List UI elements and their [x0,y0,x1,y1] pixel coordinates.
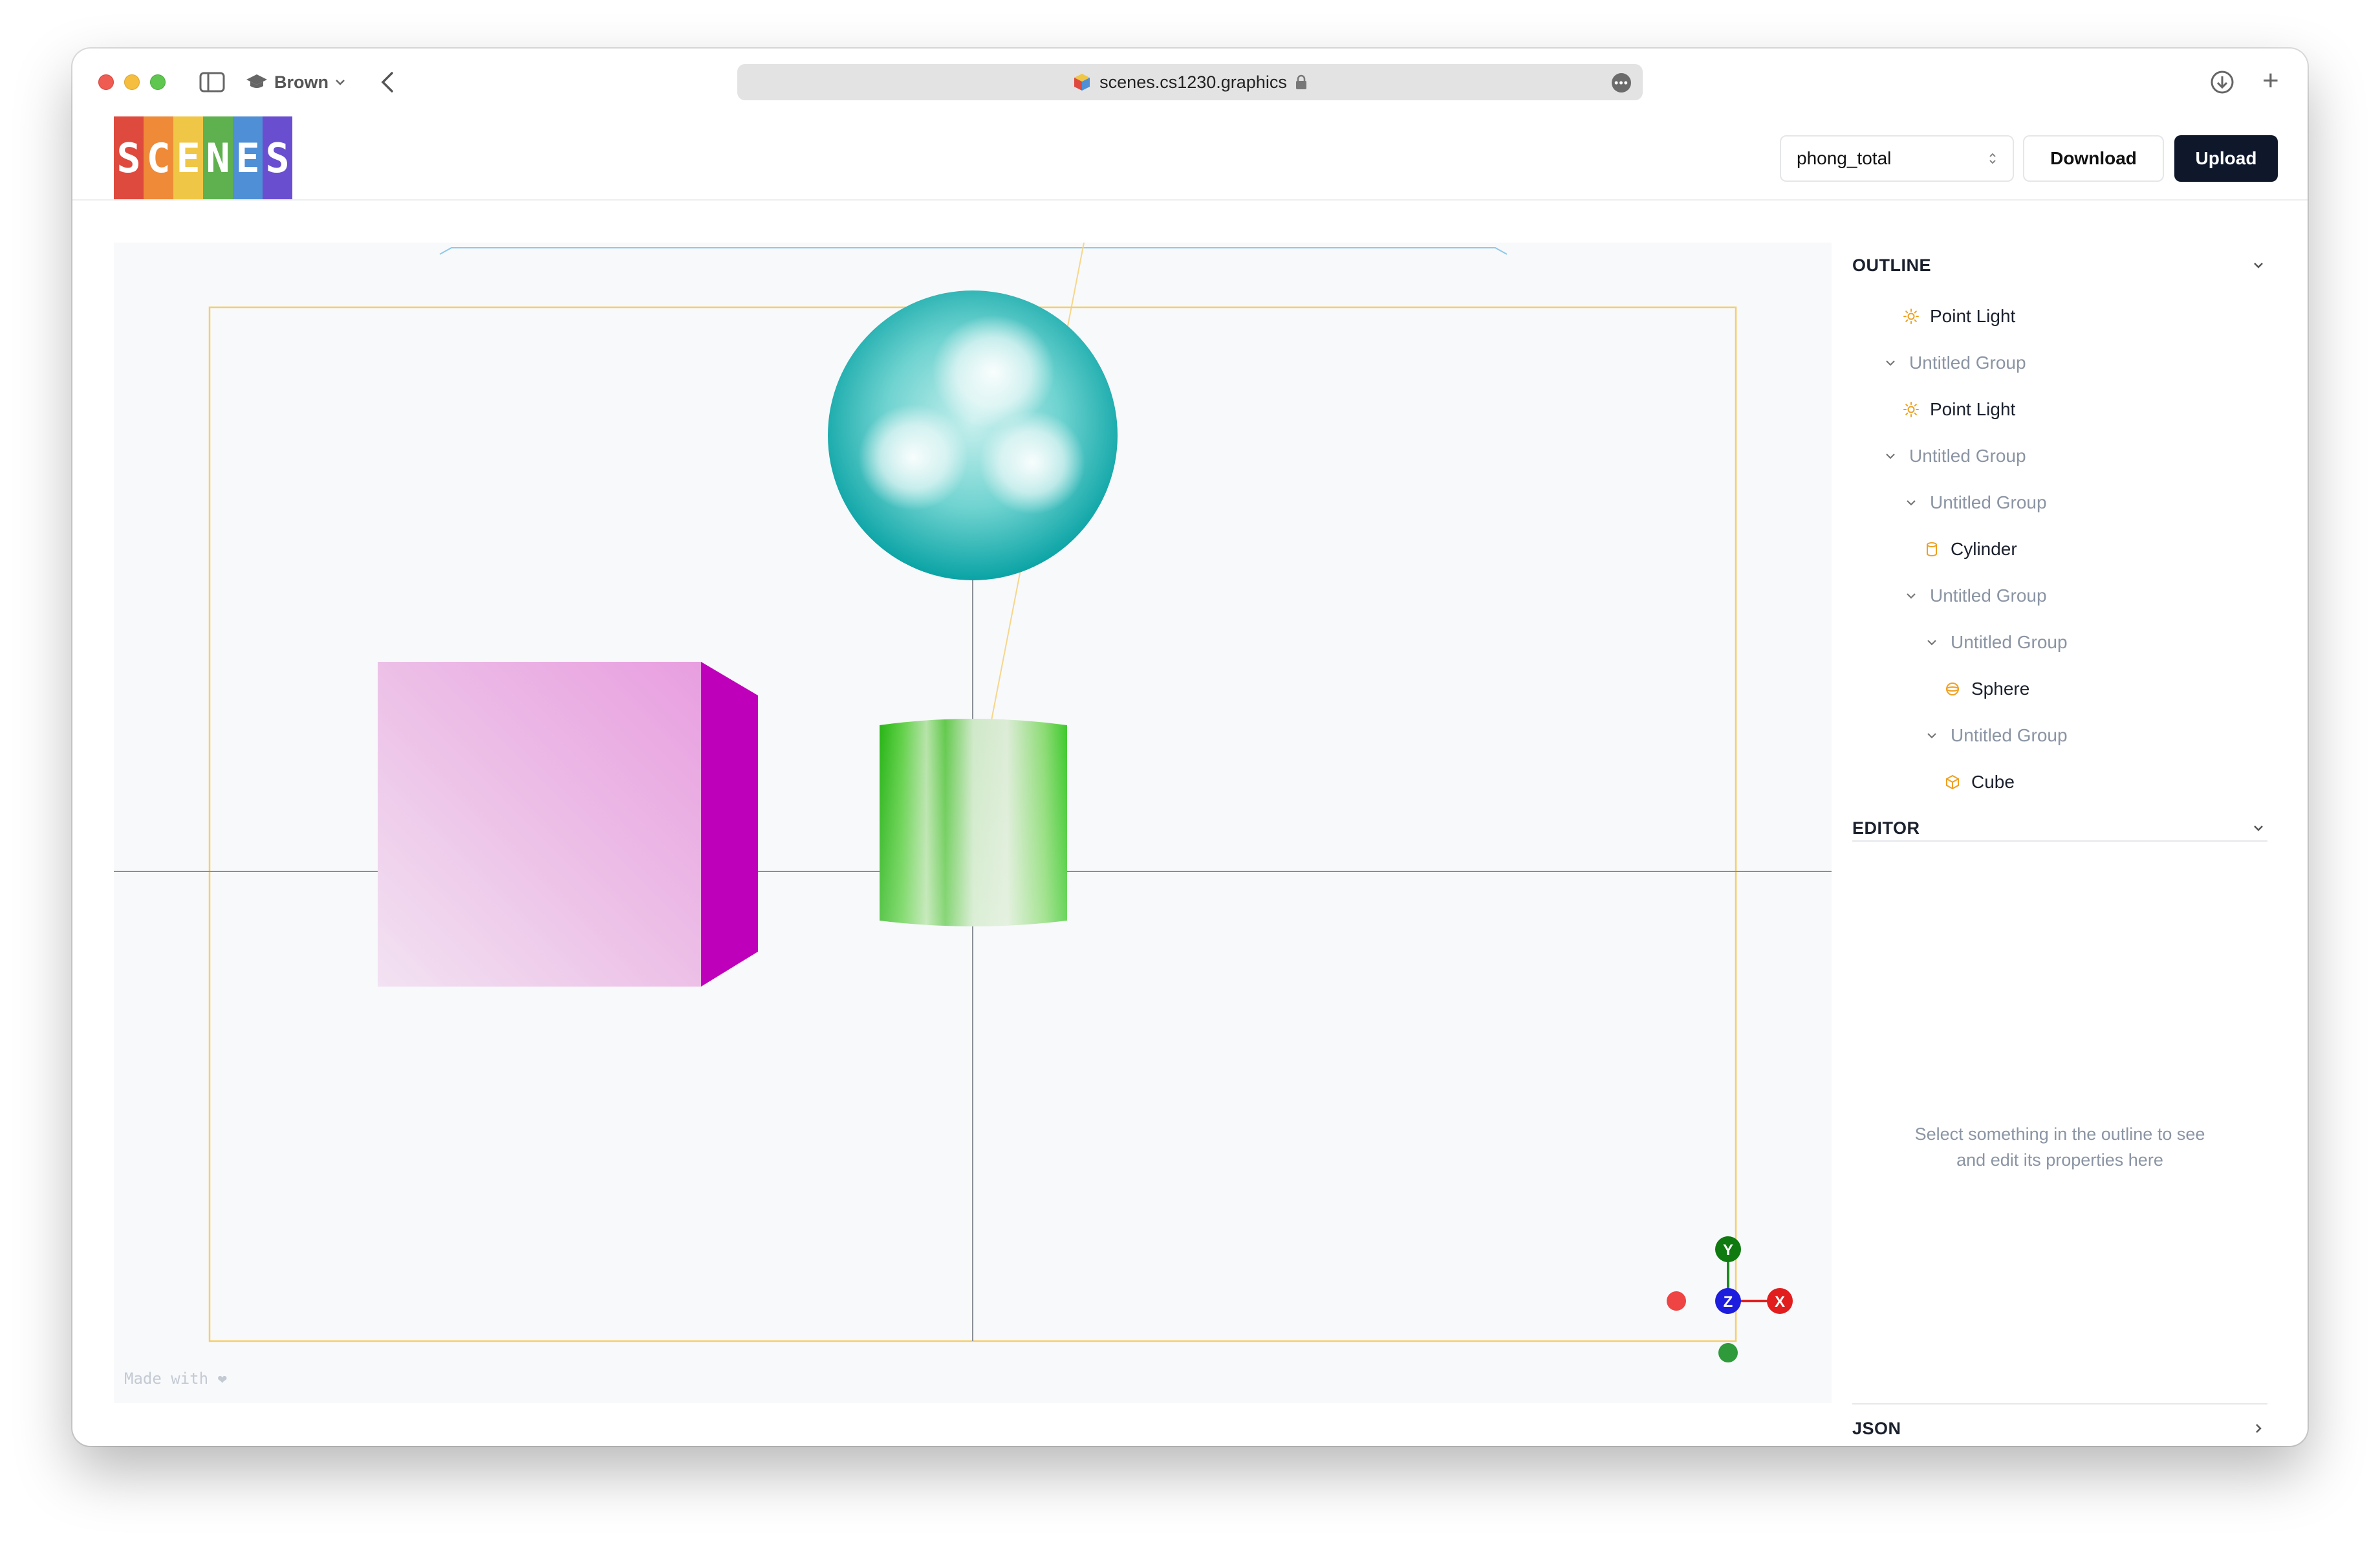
browser-toolbar: Brown scenes.cs1230.graphics ••• + [72,49,2308,113]
outline-item-label: Untitled Group [1909,353,2026,373]
outline-group-item[interactable]: Untitled Group [1881,340,2026,386]
chevron-right-icon [2256,1424,2262,1433]
editor-section-header[interactable]: EDITOR [1852,805,2267,851]
outline-section-header[interactable]: OUTLINE [1852,243,2267,288]
graduation-cap-icon [246,74,267,88]
profile-name: Brown [274,72,329,92]
outline-group-item[interactable]: Untitled Group [1881,433,2026,479]
outline-item-label: Cube [1971,772,2015,792]
profile-menu[interactable]: Brown [246,69,345,95]
light-frustum [439,247,1508,255]
chevron-down-icon[interactable] [1881,353,1900,373]
close-window-button[interactable] [98,74,114,90]
scenes-logo[interactable]: SCENES [114,116,292,199]
made-with-credit[interactable]: Made with ❤ [124,1370,227,1388]
outline-item-label: Untitled Group [1951,725,2068,745]
outline-title: OUTLINE [1852,255,1931,275]
gizmo-neg-y-dot[interactable] [1718,1343,1738,1362]
downloads-icon[interactable] [2209,69,2235,95]
scene-select-value: phong_total [1797,148,1892,168]
new-tab-icon[interactable]: + [2262,67,2279,95]
cube-object[interactable] [378,662,758,987]
sidebar-toggle-icon[interactable] [199,72,225,93]
scene-select[interactable]: phong_total [1780,135,2014,182]
scene-canvas[interactable]: Y X Z [114,243,1832,1403]
editor-empty-line-1: Select something in the outline to see [1914,1124,2205,1144]
chevron-down-icon [2254,263,2263,268]
scene-viewport[interactable]: Y X Z Made with ❤ [114,243,1832,1403]
outline-item-label: Cylinder [1951,539,2017,559]
sphere-icon [1943,679,1962,699]
chevron-down-icon[interactable] [1901,493,1921,512]
logo-letter: E [173,116,203,199]
outline-cube-item[interactable]: Cube [1943,759,2015,805]
download-button[interactable]: Download [2023,135,2164,182]
chevron-down-icon[interactable] [1922,633,1942,652]
outline-light-item[interactable]: Point Light [1901,386,2015,433]
gizmo-z-label: Z [1724,1293,1733,1311]
browser-window: Brown scenes.cs1230.graphics ••• + S C E… [72,49,2308,1446]
gizmo-x-label: X [1775,1293,1785,1311]
editor-divider [1852,1403,2267,1404]
outline-group-item[interactable]: Untitled Group [1922,619,2068,666]
sun-icon [1901,307,1921,326]
cube-icon [1943,772,1962,792]
cylinder-icon [1922,540,1942,559]
url-text: scenes.cs1230.graphics [1099,72,1287,92]
back-icon[interactable] [375,68,401,96]
outline-group-item[interactable]: Untitled Group [1922,712,2068,759]
outline-group-item[interactable]: Untitled Group [1901,573,2047,619]
editor-empty-message: Select something in the outline to see a… [1852,1121,2267,1173]
address-bar[interactable]: scenes.cs1230.graphics ••• [737,64,1643,100]
outline-sphere-item[interactable]: Sphere [1943,666,2029,712]
logo-letter: S [114,116,144,199]
json-title: JSON [1852,1418,1901,1438]
editor-title: EDITOR [1852,818,1920,838]
logo-letter: E [233,116,263,199]
logo-letter: N [203,116,233,199]
right-panel: OUTLINE Point Light Untitled Group Point L… [1852,243,2267,1438]
outline-item-label: Untitled Group [1909,446,2026,466]
gizmo-y-label: Y [1723,1241,1733,1259]
logo-letter: C [144,116,173,199]
outline-item-label: Untitled Group [1951,632,2068,652]
editor-empty-line-2: and edit its properties here [1956,1150,2163,1170]
select-arrows-icon [1989,153,1996,164]
gizmo-neg-x-dot[interactable] [1667,1291,1686,1311]
outline-item-label: Point Light [1930,306,2016,326]
logo-letter: S [263,116,292,199]
sphere-object[interactable] [828,290,1118,580]
chevron-down-icon [2254,825,2263,831]
upload-button[interactable]: Upload [2174,135,2278,182]
outline-item-label: Untitled Group [1930,585,2047,606]
outline-item-label: Sphere [1971,679,2030,699]
zoom-window-button[interactable] [150,74,166,90]
outline-light-item[interactable]: Point Light [1901,293,2015,340]
axis-gizmo[interactable]: Y X Z [1667,1236,1793,1362]
outline-item-label: Point Light [1930,399,2016,419]
outline-group-item[interactable]: Untitled Group [1901,479,2047,526]
sun-icon [1901,400,1921,419]
chevron-down-icon[interactable] [1901,586,1921,606]
chevron-down-icon [336,80,345,85]
cylinder-object[interactable] [880,719,1067,926]
chevron-down-icon[interactable] [1881,446,1900,466]
json-section-header[interactable]: JSON [1852,1406,2267,1446]
chevron-down-icon[interactable] [1922,726,1942,745]
header-divider [72,199,2308,201]
minimize-window-button[interactable] [124,74,140,90]
outline-item-label: Untitled Group [1930,492,2047,512]
more-options-icon[interactable]: ••• [1612,73,1631,93]
outline-cylinder-item[interactable]: Cylinder [1922,526,2017,573]
site-favicon-icon [1074,74,1090,91]
lock-icon [1295,74,1306,89]
